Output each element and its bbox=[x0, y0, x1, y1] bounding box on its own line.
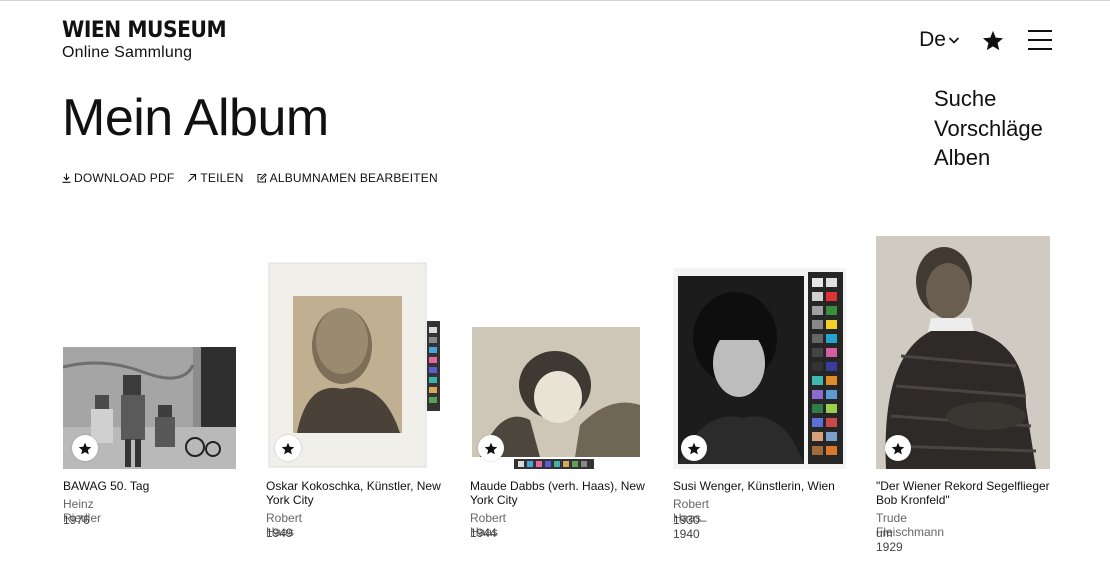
language-label: De bbox=[919, 28, 946, 51]
edit-album-name-button[interactable]: ALBUMNAMEN BEARBEITEN bbox=[257, 171, 438, 185]
download-icon bbox=[62, 173, 71, 183]
artwork-title[interactable]: BAWAG 50. Tag bbox=[63, 479, 243, 493]
menu-button[interactable] bbox=[1028, 29, 1052, 51]
star-icon bbox=[891, 442, 905, 454]
artwork-year: 1976 bbox=[63, 513, 90, 527]
star-icon bbox=[982, 30, 1004, 50]
favorite-toggle[interactable] bbox=[72, 435, 98, 461]
artwork-title[interactable]: Susi Wenger, Künstlerin, Wien bbox=[673, 479, 853, 493]
album-actions: DOWNLOAD PDF TEILEN ALBUMNAMEN BEARBEITE… bbox=[62, 171, 451, 185]
favorites-button[interactable] bbox=[982, 30, 1004, 51]
star-icon bbox=[78, 442, 92, 454]
nav-item-suche[interactable]: Suche bbox=[934, 84, 1043, 114]
artwork-title[interactable]: "Der Wiener Rekord Segelflieger Bob Kron… bbox=[876, 479, 1056, 507]
share-label: TEILEN bbox=[200, 171, 244, 185]
edit-album-name-label: ALBUMNAMEN BEARBEITEN bbox=[269, 171, 438, 185]
chevron-down-icon bbox=[948, 37, 960, 44]
hamburger-menu-icon bbox=[1028, 30, 1052, 50]
download-pdf-label: DOWNLOAD PDF bbox=[74, 171, 175, 185]
nav-item-alben[interactable]: Alben bbox=[934, 143, 1043, 173]
artwork-title[interactable]: Maude Dabbs (verh. Haas), New York City bbox=[470, 479, 650, 507]
favorite-toggle[interactable] bbox=[275, 435, 301, 461]
star-icon bbox=[687, 442, 701, 454]
page-title: Mein Album bbox=[62, 89, 329, 147]
side-navigation: Suche Vorschläge Alben bbox=[934, 84, 1043, 173]
download-pdf-button[interactable]: DOWNLOAD PDF bbox=[62, 171, 174, 185]
header-controls: De bbox=[919, 28, 1052, 52]
edit-icon bbox=[257, 173, 267, 183]
share-button[interactable]: TEILEN bbox=[187, 171, 243, 185]
artwork-year: um 1929 bbox=[876, 526, 903, 554]
artwork-title[interactable]: Oskar Kokoschka, Künstler, New York City bbox=[266, 479, 446, 507]
logo-title: WIEN MUSEUM bbox=[62, 18, 227, 43]
logo-subtitle: Online Sammlung bbox=[62, 44, 193, 61]
arrow-up-right-icon bbox=[188, 173, 197, 182]
logo[interactable]: WIEN MUSEUM Online Sammlung bbox=[62, 18, 240, 62]
favorite-toggle[interactable] bbox=[681, 435, 707, 461]
nav-item-vorschlaege[interactable]: Vorschläge bbox=[934, 114, 1043, 144]
artwork-year: 1944 bbox=[470, 526, 497, 540]
language-selector[interactable]: De bbox=[919, 28, 960, 52]
star-icon bbox=[281, 442, 295, 454]
artwork-image[interactable] bbox=[876, 236, 1050, 469]
top-border bbox=[0, 0, 1110, 1]
favorite-toggle[interactable] bbox=[885, 435, 911, 461]
artwork-year: 1930–1940 bbox=[673, 513, 707, 541]
star-icon bbox=[484, 442, 498, 454]
artwork-year: 1949 bbox=[266, 526, 293, 540]
favorite-toggle[interactable] bbox=[478, 435, 504, 461]
